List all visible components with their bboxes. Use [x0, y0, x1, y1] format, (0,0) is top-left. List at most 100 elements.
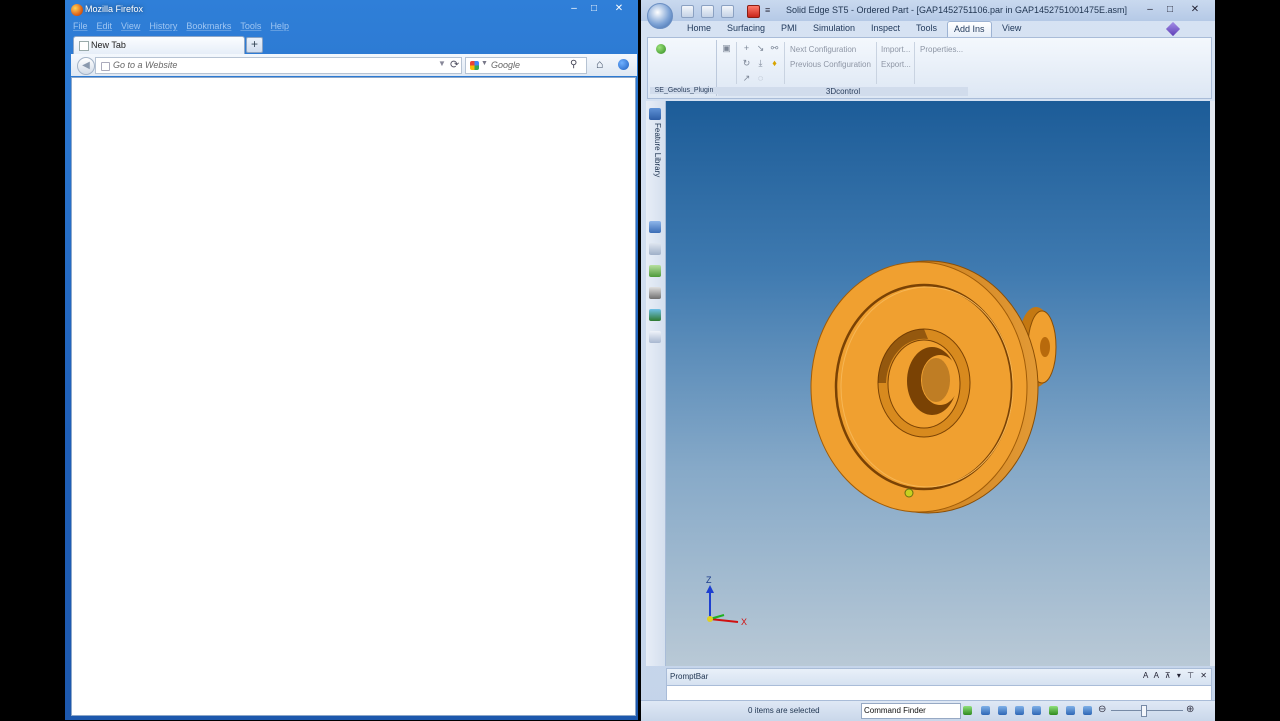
- go-icon[interactable]: [963, 706, 972, 715]
- pan-icon[interactable]: [1032, 706, 1041, 715]
- prompt-bar-text-area[interactable]: [666, 685, 1212, 701]
- previous-configuration-button[interactable]: Previous Configuration: [790, 60, 871, 69]
- prompt-bar-controls[interactable]: A A ⊼ ▾ ⊤ ✕: [1143, 671, 1209, 680]
- tab-view[interactable]: View: [1002, 23, 1021, 33]
- ribbon-separator: [876, 42, 877, 84]
- fit-icon[interactable]: [1015, 706, 1024, 715]
- solid-edge-title-bar[interactable]: ≡ Solid Edge ST5 - Ordered Part - [GAP14…: [641, 0, 1215, 21]
- save-icon[interactable]: [681, 5, 694, 18]
- download-icon[interactable]: ⤓: [756, 59, 765, 68]
- firefox-menu-bar: File Edit View History Bookmarks Tools Help: [73, 21, 298, 35]
- ribbon-separator: [914, 42, 915, 84]
- menu-file[interactable]: File: [73, 21, 88, 31]
- sync-icon[interactable]: [618, 59, 629, 70]
- close-button[interactable]: ✕: [610, 2, 628, 16]
- new-tab-button[interactable]: +: [246, 37, 263, 53]
- tab-new-tab[interactable]: New Tab: [73, 36, 245, 54]
- part-model[interactable]: [666, 101, 1210, 666]
- tab-tools[interactable]: Tools: [916, 23, 937, 33]
- reload-icon[interactable]: ⟳: [450, 58, 459, 71]
- url-placeholder: Go to a Website: [113, 60, 178, 70]
- zoom-out-icon[interactable]: ⊖: [1098, 704, 1106, 715]
- pointer-icon[interactable]: ↗: [742, 74, 751, 83]
- feature-library-icon[interactable]: [649, 108, 661, 120]
- property-table-icon[interactable]: [649, 331, 661, 343]
- next-configuration-button[interactable]: Next Configuration: [790, 45, 856, 54]
- tab-surfacing[interactable]: Surfacing: [727, 23, 765, 33]
- ribbon-group-label: SE_Geolus_Plugin: [650, 87, 718, 94]
- ribbon-separator: [784, 42, 785, 84]
- rotate-view-icon[interactable]: [1049, 706, 1058, 715]
- close-document-icon[interactable]: [747, 5, 760, 18]
- redo-icon[interactable]: [721, 5, 734, 18]
- shape-icon[interactable]: ◌: [756, 74, 765, 83]
- family-of-parts-icon[interactable]: [649, 287, 661, 299]
- menu-tools[interactable]: Tools: [240, 21, 261, 31]
- feature-library-tab[interactable]: Feature Library: [648, 123, 662, 213]
- selection-status: 0 items are selected: [748, 706, 820, 715]
- zoom-icon[interactable]: [998, 706, 1007, 715]
- design-intent-icon[interactable]: [649, 309, 661, 321]
- vertical-scrollbar[interactable]: [1210, 101, 1215, 666]
- view-orientation-icon[interactable]: [1066, 706, 1075, 715]
- back-button[interactable]: ◀: [77, 57, 95, 75]
- camera-icon[interactable]: ▣: [722, 44, 731, 53]
- firefox-window-title: Mozilla Firefox: [85, 4, 144, 14]
- minimize-button[interactable]: –: [1141, 3, 1159, 17]
- minimize-button[interactable]: –: [565, 2, 583, 16]
- history-dropdown-icon[interactable]: ▼: [438, 59, 446, 68]
- application-button[interactable]: [647, 3, 673, 29]
- export-button[interactable]: Export...: [881, 60, 911, 69]
- zoom-in-icon[interactable]: ⊕: [1186, 704, 1194, 715]
- maximize-button[interactable]: □: [1161, 3, 1179, 17]
- command-finder-input[interactable]: Command Finder: [861, 703, 961, 719]
- close-button[interactable]: ✕: [1186, 3, 1204, 17]
- rotate-icon[interactable]: ↻: [742, 59, 751, 68]
- x-axis-label: X: [741, 617, 748, 627]
- zoom-slider-track[interactable]: [1111, 710, 1183, 711]
- 3d-viewport[interactable]: Z X: [666, 101, 1210, 666]
- google-logo-icon[interactable]: [470, 61, 479, 70]
- url-bar[interactable]: Go to a Website ▼ ⟳: [95, 57, 462, 74]
- home-icon[interactable]: ⌂: [596, 57, 603, 71]
- lightbulb-icon[interactable]: ♦: [770, 59, 779, 68]
- tab-home[interactable]: Home: [687, 23, 711, 33]
- tab-simulation[interactable]: Simulation: [813, 23, 855, 33]
- page-content[interactable]: [71, 77, 636, 716]
- link-icon[interactable]: ⚯: [770, 44, 779, 53]
- search-bar[interactable]: ▼ Google ⚲: [465, 57, 587, 74]
- tab-add-ins[interactable]: Add Ins: [947, 21, 992, 37]
- ribbon-group-3dcontrol: ▣ + ↘ ⚯ ↻ ⤓ ♦ ↗ ◌ Next Configuration Pre…: [718, 40, 968, 96]
- menu-help[interactable]: Help: [270, 21, 289, 31]
- menu-edit[interactable]: Edit: [97, 21, 113, 31]
- tab-pmi[interactable]: PMI: [781, 23, 797, 33]
- help-icon[interactable]: [1165, 21, 1181, 37]
- firefox-window: Mozilla Firefox – □ ✕ File Edit View Histor…: [65, 0, 638, 720]
- zoom-area-icon[interactable]: [981, 706, 990, 715]
- menu-bookmarks[interactable]: Bookmarks: [186, 21, 231, 31]
- solid-edge-window-title: Solid Edge ST5 - Ordered Part - [GAP1452…: [786, 5, 1128, 15]
- arrow-icon[interactable]: ↘: [756, 44, 765, 53]
- tab-inspect[interactable]: Inspect: [871, 23, 900, 33]
- properties-button[interactable]: Properties...: [920, 45, 963, 54]
- menu-history[interactable]: History: [149, 21, 177, 31]
- zoom-slider-thumb[interactable]: [1141, 705, 1147, 717]
- point-marker-icon[interactable]: [904, 488, 914, 498]
- undo-icon[interactable]: [701, 5, 714, 18]
- display-style-icon[interactable]: [1083, 706, 1092, 715]
- command-finder-label: Command Finder: [864, 706, 926, 715]
- customize-qat-icon[interactable]: ≡: [765, 5, 776, 16]
- search-icon[interactable]: ⚲: [570, 59, 577, 70]
- search-engine-dropdown-icon[interactable]: ▼: [481, 60, 488, 67]
- maximize-button[interactable]: □: [585, 2, 603, 16]
- geolus-plugin-icon[interactable]: [656, 44, 666, 54]
- menu-view[interactable]: View: [121, 21, 140, 31]
- plus-icon[interactable]: +: [742, 44, 751, 53]
- layers-icon[interactable]: [649, 243, 661, 255]
- firefox-title-bar[interactable]: Mozilla Firefox – □ ✕: [65, 0, 638, 20]
- import-button[interactable]: Import...: [881, 45, 910, 54]
- pathfinder-icon[interactable]: [649, 221, 661, 233]
- side-panel-tabs: Feature Library: [646, 101, 666, 666]
- sensors-icon[interactable]: [649, 265, 661, 277]
- search-placeholder: Google: [491, 60, 521, 70]
